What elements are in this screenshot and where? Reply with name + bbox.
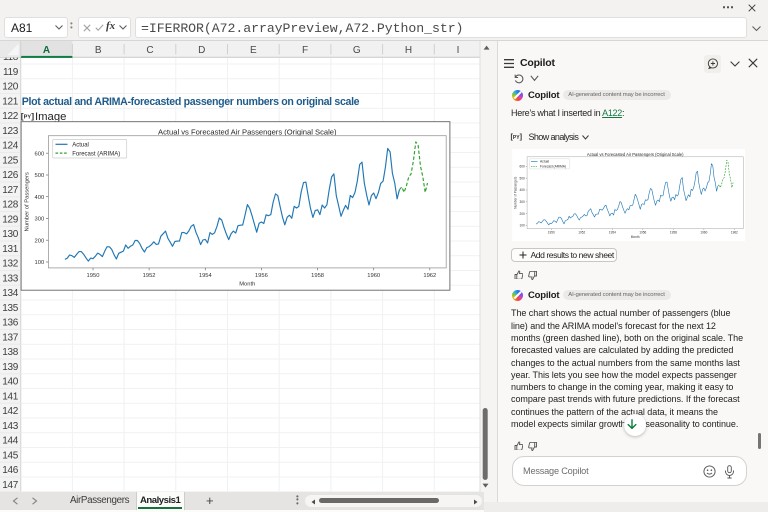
svg-text:H: H xyxy=(405,45,412,56)
svg-text:D: D xyxy=(198,45,205,56)
svg-text:C: C xyxy=(146,45,153,56)
svg-text:139: 139 xyxy=(2,362,19,373)
svg-text:138: 138 xyxy=(2,347,19,358)
svg-text:A: A xyxy=(43,45,50,56)
svg-text:120: 120 xyxy=(2,82,19,93)
svg-text:127: 127 xyxy=(2,185,19,196)
svg-text:145: 145 xyxy=(2,450,19,461)
svg-text:144: 144 xyxy=(2,436,19,447)
svg-text:]: ] xyxy=(31,111,34,121)
svg-text:142: 142 xyxy=(2,406,19,417)
svg-text:G: G xyxy=(353,45,361,56)
svg-text:122: 122 xyxy=(2,111,19,122)
svg-text:B: B xyxy=(95,45,102,56)
svg-text:146: 146 xyxy=(2,465,19,476)
svg-text:119: 119 xyxy=(3,67,19,78)
svg-text:147: 147 xyxy=(2,480,19,491)
svg-text:132: 132 xyxy=(2,259,19,270)
svg-text:F: F xyxy=(302,45,308,56)
svg-text:128: 128 xyxy=(2,200,19,211)
svg-text:136: 136 xyxy=(2,318,19,329)
svg-text:131: 131 xyxy=(2,244,19,255)
svg-text:PY: PY xyxy=(24,115,32,121)
svg-text:Image: Image xyxy=(35,111,66,123)
svg-text:137: 137 xyxy=(2,332,19,343)
svg-text:I: I xyxy=(457,45,460,56)
svg-text:133: 133 xyxy=(2,273,19,284)
svg-text:121: 121 xyxy=(2,96,19,107)
svg-text:125: 125 xyxy=(2,155,19,166)
svg-text:126: 126 xyxy=(2,170,19,181)
svg-text:141: 141 xyxy=(2,391,19,402)
svg-text:140: 140 xyxy=(2,377,19,388)
svg-text:134: 134 xyxy=(2,288,19,299)
svg-text:130: 130 xyxy=(2,229,19,240)
svg-text:Plot actual and ARIMA-forecast: Plot actual and ARIMA-forecasted passeng… xyxy=(22,96,360,108)
svg-text:135: 135 xyxy=(2,303,19,314)
svg-text:143: 143 xyxy=(2,421,19,432)
svg-text:124: 124 xyxy=(2,141,19,152)
svg-text:123: 123 xyxy=(2,126,19,137)
svg-text:129: 129 xyxy=(2,214,19,225)
svg-text:E: E xyxy=(250,45,257,56)
